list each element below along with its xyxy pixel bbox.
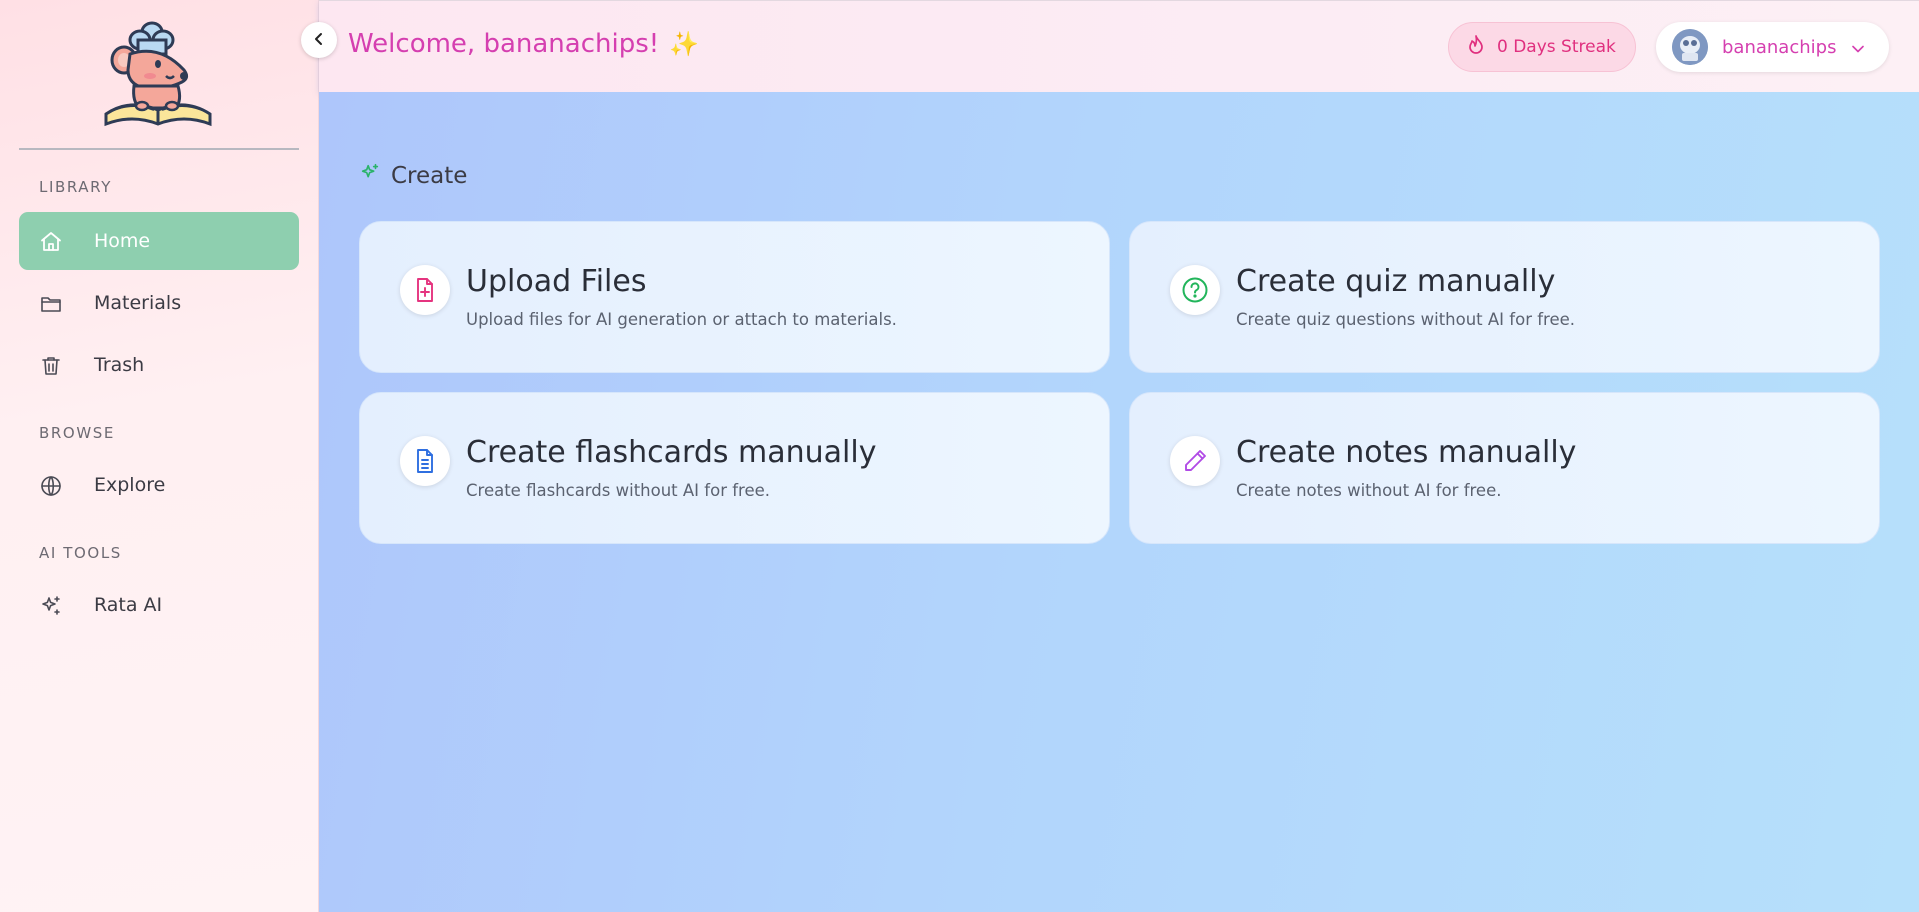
sidebar-divider — [19, 148, 299, 150]
section-label-ai-tools: AI TOOLS — [39, 544, 122, 562]
top-header: Welcome, bananachips! ✨ 0 Days Streak ba… — [319, 0, 1919, 92]
main-content: Create Upload Files Upload files for AI … — [319, 92, 1919, 912]
card-description: Create notes without AI for free. — [1236, 481, 1502, 500]
welcome-text: Welcome, bananachips! — [348, 29, 660, 59]
streak-badge[interactable]: 0 Days Streak — [1448, 22, 1636, 72]
create-quiz-card[interactable]: Create quiz manually Create quiz questio… — [1129, 221, 1880, 373]
mouse-chef-logo[interactable] — [100, 18, 216, 128]
card-description: Create quiz questions without AI for fre… — [1236, 310, 1575, 329]
sidebar-item-label: Home — [94, 230, 151, 252]
chevron-left-icon — [312, 31, 326, 50]
sidebar-item-home[interactable]: Home — [19, 212, 299, 270]
create-flashcards-card[interactable]: Create flashcards manually Create flashc… — [359, 392, 1110, 544]
card-title: Upload Files — [466, 264, 647, 299]
sidebar-item-explore[interactable]: Explore — [19, 456, 299, 514]
card-description: Upload files for AI generation or attach… — [466, 310, 897, 329]
user-menu-button[interactable]: bananachips — [1656, 22, 1889, 72]
card-description: Create flashcards without AI for free. — [466, 481, 771, 500]
sidebar-item-label: Rata AI — [94, 594, 163, 616]
folder-icon — [39, 292, 63, 316]
home-icon — [39, 230, 63, 254]
sidebar-item-rata-ai[interactable]: Rata AI — [19, 576, 299, 634]
sidebar: LIBRARY Home Materials Trash BROWSE Expl… — [0, 0, 319, 912]
sidebar-item-label: Materials — [94, 292, 182, 314]
welcome-message: Welcome, bananachips! ✨ — [348, 29, 699, 59]
collapse-sidebar-button[interactable] — [301, 22, 337, 58]
section-label-library: LIBRARY — [39, 178, 112, 196]
trash-icon — [39, 354, 63, 378]
globe-icon — [39, 474, 63, 498]
sidebar-item-materials[interactable]: Materials — [19, 274, 299, 332]
card-title: Create notes manually — [1236, 435, 1577, 470]
upload-files-card[interactable]: Upload Files Upload files for AI generat… — [359, 221, 1110, 373]
question-circle-icon — [1170, 265, 1220, 315]
section-title: Create — [391, 163, 468, 189]
sparkle-create-icon — [359, 162, 381, 190]
create-section-heading: Create — [359, 162, 467, 190]
flame-icon — [1467, 34, 1485, 60]
sparkles-icon — [39, 594, 63, 618]
file-plus-icon — [400, 265, 450, 315]
card-title: Create quiz manually — [1236, 264, 1556, 299]
avatar — [1672, 29, 1708, 65]
chevron-down-icon — [1852, 37, 1865, 58]
sidebar-item-label: Trash — [94, 354, 145, 376]
file-text-icon — [400, 436, 450, 486]
username-label: bananachips — [1722, 36, 1837, 58]
sparkle-icon: ✨ — [669, 30, 700, 58]
streak-label: 0 Days Streak — [1497, 37, 1616, 57]
sidebar-item-trash[interactable]: Trash — [19, 336, 299, 394]
create-notes-card[interactable]: Create notes manually Create notes witho… — [1129, 392, 1880, 544]
section-label-browse: BROWSE — [39, 424, 115, 442]
sidebar-item-label: Explore — [94, 474, 166, 496]
card-title: Create flashcards manually — [466, 435, 877, 470]
pencil-icon — [1170, 436, 1220, 486]
